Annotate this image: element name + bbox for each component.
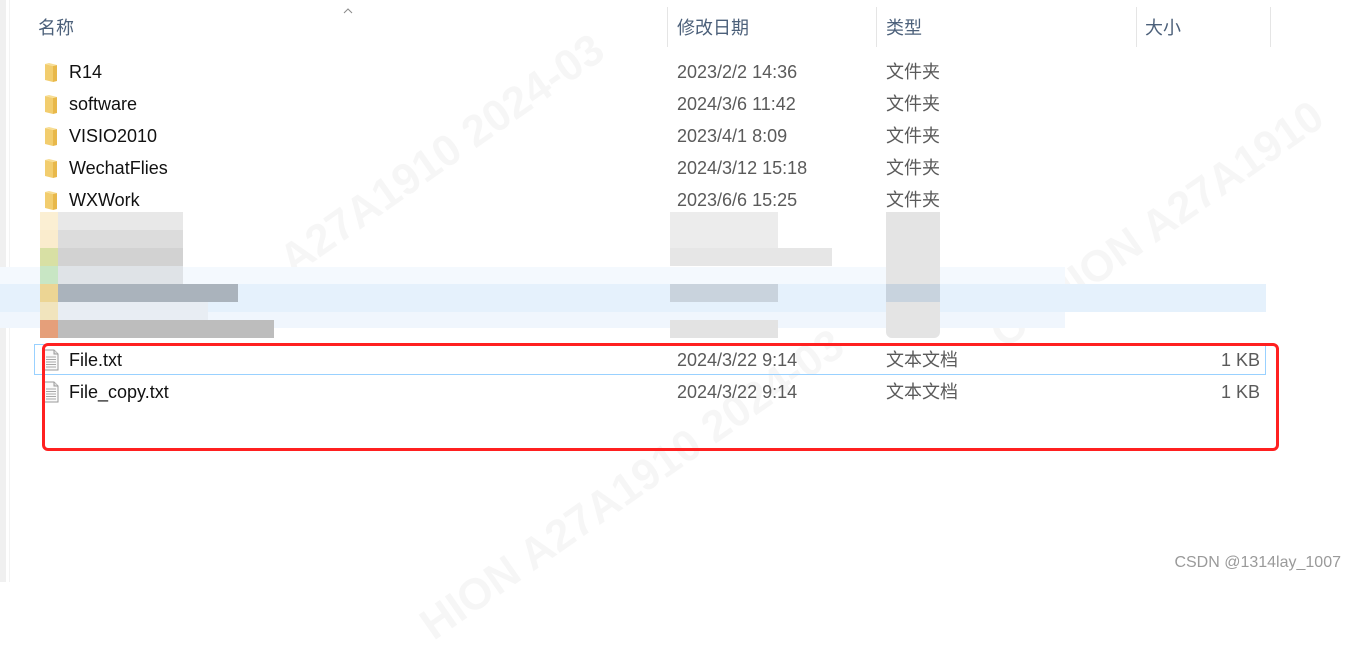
redaction-pixel [40, 230, 58, 248]
redaction-pixel [40, 302, 58, 320]
redacted-rows [0, 212, 1355, 340]
redaction-pixel [58, 266, 183, 284]
column-header-modified[interactable]: 修改日期 [677, 16, 749, 40]
column-header-bar: 名称 修改日期 类型 大小 [0, 0, 1355, 56]
file-modified: 2024/3/12 15:18 [677, 158, 808, 178]
column-divider[interactable] [876, 7, 877, 47]
redaction-pixel [670, 248, 832, 266]
redaction-pixel [40, 212, 58, 230]
folder-icon [45, 159, 57, 178]
folder-icon [45, 191, 57, 210]
column-header-name[interactable]: 名称 [38, 16, 74, 40]
file-name: VISIO2010 [69, 126, 158, 146]
folder-icon [45, 95, 57, 114]
redaction-pixel [58, 230, 183, 248]
redaction-pixel [40, 248, 58, 266]
redaction-pixel [58, 212, 183, 230]
file-type: 文件夹 [886, 94, 940, 114]
redaction-pixel [886, 284, 940, 302]
file-name: software [69, 94, 138, 114]
file-modified: 2023/4/1 8:09 [677, 126, 788, 146]
redaction-pixel [886, 212, 940, 338]
redaction-pixel [670, 320, 778, 338]
redaction-pixel [40, 266, 58, 284]
file-name: R14 [69, 62, 103, 82]
redaction-pixel [670, 284, 778, 302]
file-modified: 2023/6/6 15:25 [677, 190, 798, 210]
highlight-annotation-box [42, 343, 1279, 451]
folder-icon [45, 63, 57, 82]
column-divider[interactable] [667, 7, 668, 47]
column-header-type[interactable]: 类型 [886, 16, 922, 40]
redaction-pixel [40, 284, 58, 302]
redaction-pixel [58, 284, 238, 302]
file-list-row[interactable]: VISIO2010 2023/4/1 8:09 文件夹 [34, 120, 1266, 152]
sort-ascending-icon [343, 8, 353, 14]
file-name: WechatFlies [69, 158, 168, 178]
column-divider[interactable] [1136, 7, 1137, 47]
file-list-row[interactable]: WechatFlies 2024/3/12 15:18 文件夹 [34, 152, 1266, 184]
redaction-pixel [58, 248, 183, 266]
author-credit: CSDN @1314lay_1007 [1174, 554, 1341, 571]
column-divider[interactable] [1270, 7, 1271, 47]
file-type: 文件夹 [886, 158, 940, 178]
file-name: WXWork [69, 190, 140, 210]
file-type: 文件夹 [886, 190, 940, 210]
redaction-pixel [40, 320, 58, 338]
column-header-size[interactable]: 大小 [1145, 16, 1181, 40]
file-type: 文件夹 [886, 62, 940, 82]
file-modified: 2023/2/2 14:36 [677, 62, 798, 82]
redaction-pixel [58, 302, 208, 320]
file-modified: 2024/3/6 11:42 [677, 94, 796, 114]
file-list-row[interactable]: software 2024/3/6 11:42 文件夹 [34, 88, 1266, 120]
file-type: 文件夹 [886, 126, 940, 146]
folder-icon [45, 127, 57, 146]
file-list-row[interactable]: R14 2023/2/2 14:36 文件夹 [34, 56, 1266, 88]
redaction-pixel [58, 320, 274, 338]
